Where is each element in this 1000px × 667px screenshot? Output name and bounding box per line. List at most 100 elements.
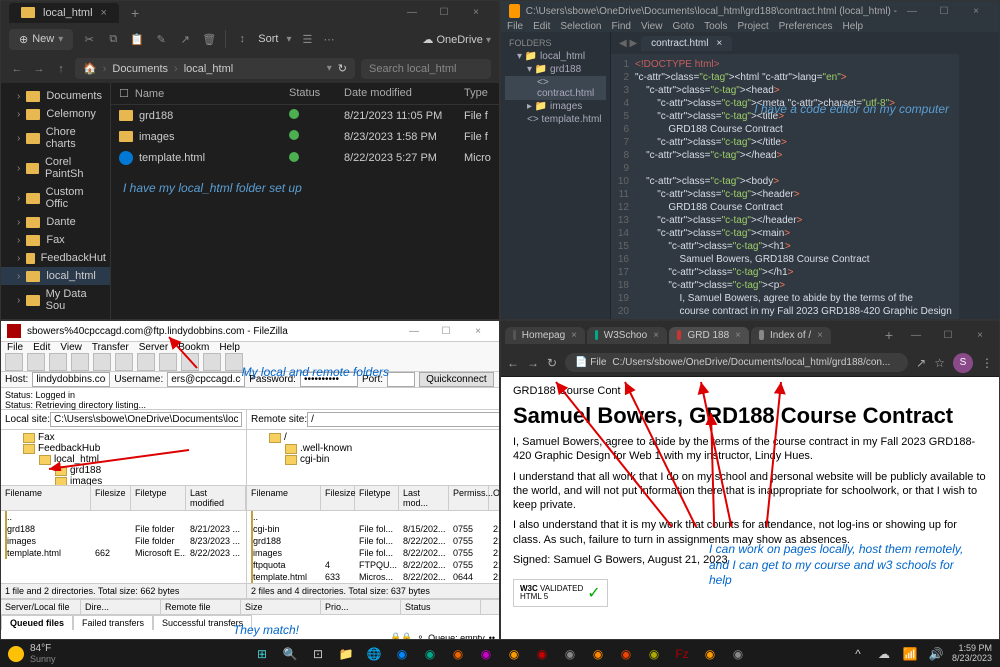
explorer-tab[interactable]: local_html × — [9, 3, 119, 23]
menu-icon[interactable]: ⋮ — [981, 356, 993, 370]
up-icon[interactable]: ↑ — [53, 61, 69, 77]
minimize-icon[interactable]: ― — [397, 3, 427, 23]
minimize-icon[interactable]: ― — [897, 1, 927, 21]
task-view-icon[interactable]: ⊡ — [308, 644, 328, 664]
back-icon[interactable]: ← — [507, 356, 519, 370]
file-row[interactable]: imagesFile fol...8/22/202...07552124 — [247, 547, 500, 559]
menu-item[interactable]: Help — [843, 21, 864, 32]
sidebar-item[interactable]: ›Custom Offic — [1, 183, 110, 213]
profile-avatar[interactable]: S — [953, 353, 973, 373]
toolbar-icon[interactable] — [137, 353, 155, 371]
toolbar-icon[interactable] — [49, 353, 67, 371]
file-row[interactable]: images8/23/2023 1:58 PMFile f — [111, 126, 499, 147]
menu-item[interactable]: Preferences — [779, 21, 833, 32]
port-input[interactable] — [387, 372, 415, 387]
volume-icon[interactable]: 🔊 — [926, 644, 946, 664]
menu-item[interactable]: File — [7, 342, 23, 353]
file-row[interactable]: .. — [247, 511, 500, 523]
app-icon[interactable]: ◉ — [728, 644, 748, 664]
tree-item[interactable]: .well-known — [249, 443, 500, 454]
app-icon[interactable]: ◉ — [560, 644, 580, 664]
file-row[interactable]: imagesFile folder8/23/2023 ... — [1, 535, 246, 547]
close-icon[interactable]: × — [461, 3, 491, 23]
close-icon[interactable]: × — [463, 321, 493, 341]
close-icon[interactable]: × — [961, 1, 991, 21]
file-row[interactable]: template.html662Microsoft E...8/22/2023 … — [1, 547, 246, 559]
app-icon[interactable]: ◉ — [448, 644, 468, 664]
file-row[interactable]: template.html633Micros...8/22/202...0644… — [247, 571, 500, 583]
tree-item[interactable]: cgi-bin — [249, 454, 500, 465]
code-editor[interactable]: 1234567891011121314151617181920212223242… — [611, 54, 999, 320]
bookmark-icon[interactable]: ☆ — [934, 356, 945, 370]
folder-item[interactable]: ▾ 📁 grd188 — [505, 63, 606, 76]
browser-tab[interactable]: Homepag× — [505, 327, 585, 344]
toolbar-icon[interactable] — [71, 353, 89, 371]
copy-icon[interactable]: ⧉ — [105, 31, 121, 47]
clock[interactable]: 1:59 PM 8/23/2023 — [952, 644, 992, 664]
tree-item[interactable]: Fax — [3, 432, 244, 443]
share-icon[interactable]: ↗ — [177, 31, 193, 47]
tree-item[interactable]: images — [3, 476, 244, 486]
browser-tab[interactable]: W3Schoo× — [587, 327, 667, 344]
close-tab-icon[interactable]: × — [735, 330, 741, 341]
search-icon[interactable]: 🔍 — [280, 644, 300, 664]
weather-widget[interactable]: 84°FSunny — [8, 643, 252, 664]
onedrive-tray-icon[interactable]: ☁ — [874, 644, 894, 664]
file-item-selected[interactable]: <> contract.html — [505, 76, 606, 100]
new-button[interactable]: ⊕ New ▾ — [9, 29, 73, 50]
folder-item[interactable]: ▸ 📁 images — [505, 100, 606, 113]
maximize-icon[interactable]: ☐ — [431, 321, 461, 341]
sidebar-item[interactable]: ›Corel PaintSh — [1, 153, 110, 183]
paste-icon[interactable]: 📋 — [129, 31, 145, 47]
minimap[interactable] — [959, 54, 999, 320]
sidebar-item[interactable]: ›My Data Sou — [1, 285, 110, 315]
maximize-icon[interactable]: ☐ — [929, 1, 959, 21]
search-input[interactable]: Search local_html — [361, 59, 491, 79]
edge-icon[interactable]: 🌐 — [364, 644, 384, 664]
close-icon[interactable]: × — [965, 325, 995, 345]
sort-label[interactable]: Sort — [258, 33, 278, 45]
url-input[interactable]: 📄 File C:/Users/sbowe/OneDrive/Documents… — [565, 353, 908, 372]
app-icon[interactable]: ◉ — [504, 644, 524, 664]
share-icon[interactable]: ↗ — [916, 356, 926, 370]
menu-item[interactable]: Find — [612, 21, 631, 32]
sidebar-item[interactable]: ›FeedbackHut — [1, 249, 110, 267]
forward-icon[interactable]: → — [31, 61, 47, 77]
refresh-icon[interactable]: ↻ — [338, 62, 347, 75]
app-icon[interactable]: ◉ — [588, 644, 608, 664]
browser-tab[interactable]: GRD 188× — [669, 327, 749, 344]
queue-tab[interactable]: Queued files — [1, 615, 73, 630]
start-icon[interactable]: ⊞ — [252, 644, 272, 664]
menu-item[interactable]: Server — [139, 342, 168, 353]
editor-tab[interactable]: contract.html× — [641, 36, 732, 51]
menu-item[interactable]: Tools — [704, 21, 727, 32]
onedrive-button[interactable]: ☁ OneDrive ▾ — [422, 33, 491, 46]
toolbar-icon[interactable] — [93, 353, 111, 371]
close-tab-icon[interactable]: × — [817, 330, 823, 341]
menu-item[interactable]: Goto — [672, 21, 694, 32]
back-icon[interactable]: ← — [9, 61, 25, 77]
reload-icon[interactable]: ↻ — [547, 356, 557, 370]
host-input[interactable] — [32, 372, 110, 387]
toolbar-icon[interactable] — [159, 353, 177, 371]
browser-tab[interactable]: Index of /× — [751, 327, 831, 344]
breadcrumb-path[interactable]: 🏠 › Documents › local_html ▾ ↻ — [75, 58, 355, 79]
menu-item[interactable]: View — [641, 21, 663, 32]
sidebar-item[interactable]: ›Celemony — [1, 105, 110, 123]
forward-icon[interactable]: → — [527, 356, 539, 370]
close-tab-icon[interactable]: × — [571, 330, 577, 341]
menu-item[interactable]: Edit — [533, 21, 550, 32]
folder-item[interactable]: ▾ 📁 local_html — [505, 50, 606, 63]
delete-icon[interactable]: 🗑 — [201, 31, 217, 47]
file-row[interactable]: template.html8/22/2023 5:27 PMMicro — [111, 147, 499, 169]
menu-item[interactable]: Help — [219, 342, 240, 353]
menu-item[interactable]: Transfer — [92, 342, 129, 353]
remote-path-input[interactable] — [307, 412, 500, 427]
view-icon[interactable]: ☰ — [299, 31, 315, 47]
close-tab-icon[interactable]: × — [101, 7, 107, 19]
app-icon[interactable]: ◉ — [532, 644, 552, 664]
w3c-badge[interactable]: W3C VALIDATEDHTML 5 ✓ — [513, 579, 608, 607]
sidebar-item[interactable]: ›Fax — [1, 231, 110, 249]
sidebar-item[interactable]: ›Dante — [1, 213, 110, 231]
maximize-icon[interactable]: ☐ — [429, 3, 459, 23]
